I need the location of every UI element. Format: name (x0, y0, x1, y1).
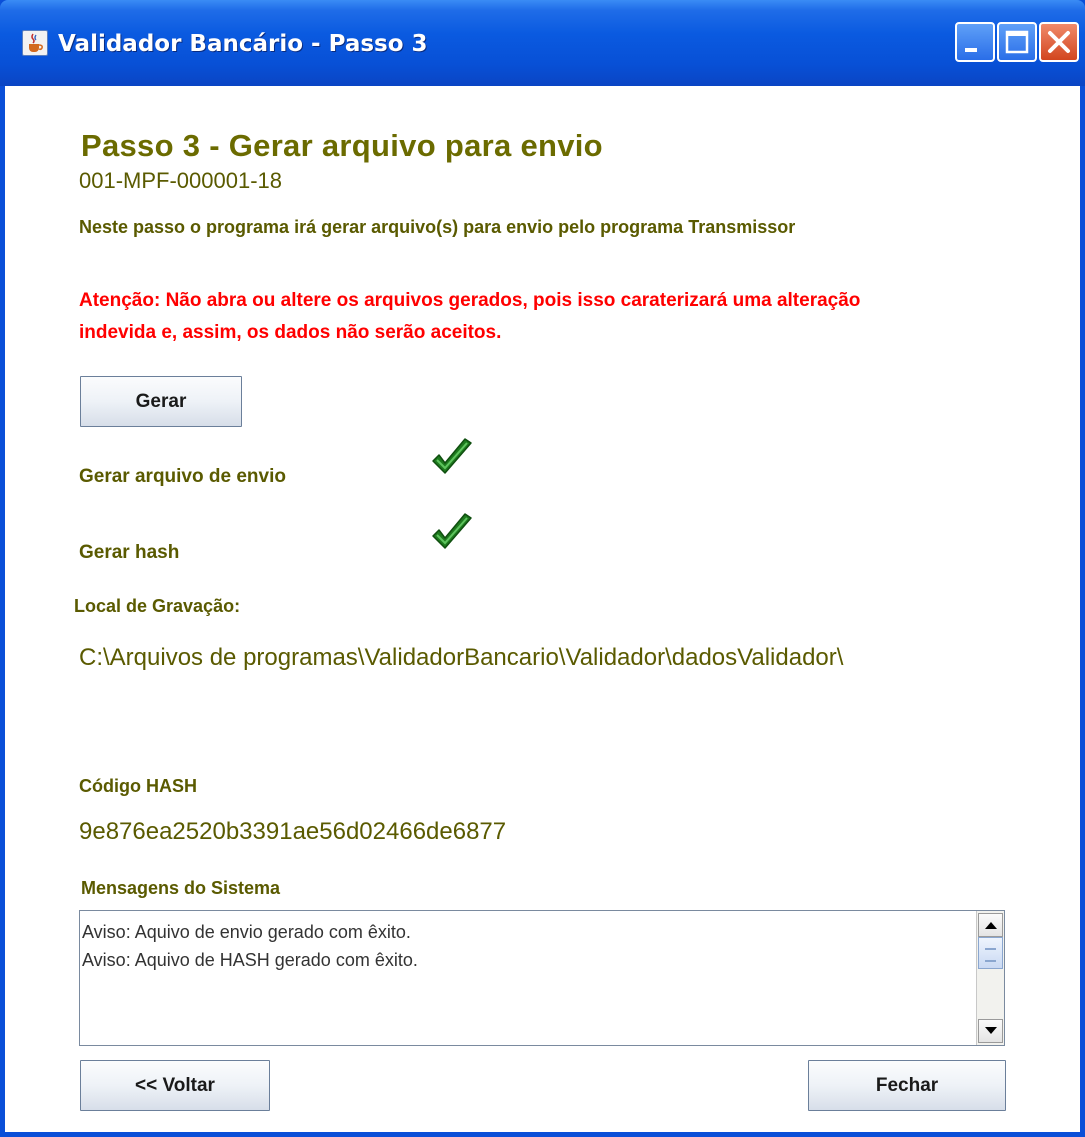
vertical-scrollbar[interactable] (976, 911, 1004, 1045)
system-messages-textarea[interactable]: Aviso: Aquivo de envio gerado com êxito.… (79, 910, 1005, 1046)
close-window-button[interactable] (1039, 22, 1079, 62)
messages-list: Aviso: Aquivo de envio gerado com êxito.… (80, 911, 976, 981)
scroll-up-button[interactable] (978, 913, 1003, 937)
minimize-icon (965, 48, 977, 52)
java-cup-icon (22, 30, 48, 56)
arrow-up-icon (984, 922, 997, 929)
back-button[interactable]: << Voltar (80, 1060, 270, 1111)
hash-value: 9e876ea2520b3391ae56d02466de6877 (79, 818, 507, 845)
window-title: Validador Bancário - Passo 3 (58, 31, 428, 57)
application-window: Validador Bancário - Passo 3 Passo 3 - G… (0, 0, 1085, 1137)
title-bar[interactable]: Validador Bancário - Passo 3 (0, 0, 1085, 86)
check-icon (425, 431, 479, 485)
generate-button[interactable]: Gerar (80, 376, 242, 427)
step-generate-hash-label: Gerar hash (79, 542, 180, 563)
warning-text: Atenção: Não abra ou altere os arquivos … (79, 290, 861, 343)
process-code: 001-MPF-000001-18 (79, 168, 283, 193)
close-icon (1048, 31, 1070, 53)
scroll-down-button[interactable] (978, 1019, 1003, 1043)
maximize-icon (1005, 30, 1029, 54)
intro-text: Neste passo o programa irá gerar arquivo… (79, 217, 796, 237)
message-line: Aviso: Aquivo de envio gerado com êxito. (82, 922, 411, 942)
page-title: Passo 3 - Gerar arquivo para envio (81, 128, 603, 163)
dialog-content: Passo 3 - Gerar arquivo para envio 001-M… (5, 86, 1080, 1132)
save-location-path: C:\Arquivos de programas\ValidadorBancar… (79, 644, 844, 671)
maximize-button[interactable] (997, 22, 1037, 62)
hash-label: Código HASH (79, 776, 197, 796)
system-messages-label: Mensagens do Sistema (81, 878, 281, 898)
arrow-down-icon (984, 1027, 997, 1034)
close-button[interactable]: Fechar (808, 1060, 1006, 1111)
save-location-label: Local de Gravação: (74, 596, 241, 616)
scroll-thumb[interactable] (978, 937, 1003, 969)
step-generate-file-label: Gerar arquivo de envio (79, 466, 286, 487)
message-line: Aviso: Aquivo de HASH gerado com êxito. (82, 950, 418, 970)
check-icon (425, 506, 479, 560)
minimize-button[interactable] (955, 22, 995, 62)
